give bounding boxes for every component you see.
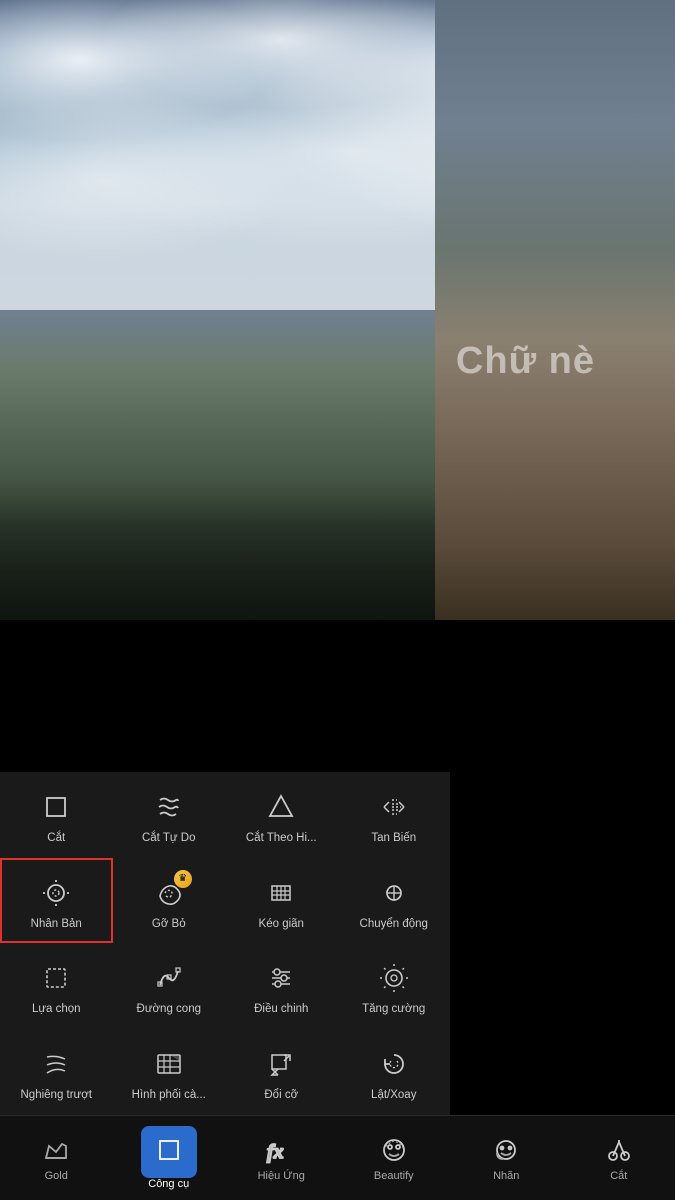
clone-icon — [37, 874, 75, 912]
nav-hieu-ung-label: Hiệu Ứng — [258, 1170, 305, 1182]
nav-gold[interactable]: Gold — [0, 1116, 113, 1200]
tool-lat-xoay[interactable]: Lật/Xoay — [338, 1029, 451, 1115]
resize-icon — [262, 1045, 300, 1083]
sticker-icon — [490, 1134, 522, 1166]
tool-duong-cong-label: Đường cong — [137, 1003, 201, 1017]
tool-doi-co[interactable]: Đổi cỡ — [225, 1029, 338, 1115]
tool-cat-theo-hinh[interactable]: Cắt Theo Hi... — [225, 772, 338, 858]
stretch-icon — [262, 874, 300, 912]
nav-cat-label: Cắt — [610, 1170, 627, 1182]
crop-icon — [37, 788, 75, 826]
tool-nghieng-truot-label: Nghiêng trượt — [21, 1089, 93, 1103]
tool-hinh-phoi-ca[interactable]: Hình phối cà... — [113, 1029, 226, 1115]
nav-cat[interactable]: Cắt — [563, 1116, 675, 1200]
tool-tang-cuong-label: Tăng cường — [362, 1003, 425, 1017]
cut-icon — [603, 1134, 635, 1166]
nav-beautify[interactable]: Beautify — [338, 1116, 451, 1200]
svg-text:fx: fx — [267, 1141, 284, 1163]
motion-icon — [375, 874, 413, 912]
tools-grid: Cắt Cắt Tự Do Cắt Theo Hi... — [0, 772, 450, 1115]
tool-doi-co-label: Đổi cỡ — [264, 1089, 298, 1103]
crop-nav-icon — [153, 1134, 185, 1166]
tool-cat[interactable]: Cắt — [0, 772, 113, 858]
tool-go-bo[interactable]: ♛ Gỡ Bỏ — [113, 858, 226, 944]
nav-nhan-label: Nhãn — [493, 1170, 519, 1182]
tool-keo-gian[interactable]: Kéo giãn — [225, 858, 338, 944]
nav-gold-label: Gold — [45, 1170, 68, 1182]
tool-tang-cuong[interactable]: Tăng cường — [338, 943, 451, 1029]
nav-nhan[interactable]: Nhãn — [450, 1116, 563, 1200]
photo-right — [435, 0, 675, 620]
nav-cong-cu-label: Công cụ — [148, 1178, 189, 1190]
tool-tan-bien[interactable]: Tan Biến — [338, 772, 451, 858]
tool-go-bo-label: Gỡ Bỏ — [152, 918, 186, 932]
blend-icon — [150, 1045, 188, 1083]
tool-dieu-chinh[interactable]: Điều chinh — [225, 943, 338, 1029]
crown-icon — [40, 1134, 72, 1166]
gold-badge: ♛ — [174, 870, 192, 888]
fx-icon: fx — [265, 1134, 297, 1166]
tool-nhan-ban-label: Nhân Bản — [31, 918, 82, 932]
nav-hieu-ung[interactable]: fx Hiệu Ứng — [225, 1116, 338, 1200]
tool-nghieng-truot[interactable]: Nghiêng trượt — [0, 1029, 113, 1115]
rotate-icon — [375, 1045, 413, 1083]
tool-cat-tu-do-label: Cắt Tự Do — [142, 832, 196, 846]
tool-lua-chon-label: Lựa chọn — [32, 1003, 81, 1017]
tool-dieu-chinh-label: Điều chinh — [254, 1003, 308, 1017]
enhance-icon — [375, 959, 413, 997]
freecut-icon — [150, 788, 188, 826]
photo-canvas: Chữ nè — [0, 0, 675, 620]
tool-cat-tu-do[interactable]: Cắt Tự Do — [113, 772, 226, 858]
tool-nhan-ban[interactable]: Nhân Bản — [0, 858, 113, 944]
nav-cong-cu-bg — [141, 1126, 197, 1178]
shapecut-icon — [262, 788, 300, 826]
tool-cat-theo-hinh-label: Cắt Theo Hi... — [246, 832, 317, 846]
tools-panel: Cắt Cắt Tự Do Cắt Theo Hi... — [0, 772, 450, 1115]
tool-duong-cong[interactable]: Đường cong — [113, 943, 226, 1029]
bottom-nav: Gold Công cụ fx Hiệu Ứng — [0, 1115, 675, 1200]
tool-chuyen-dong-label: Chuyển động — [360, 918, 428, 932]
dissolve-icon — [375, 788, 413, 826]
tool-lat-xoay-label: Lật/Xoay — [371, 1089, 416, 1103]
tool-cat-label: Cắt — [47, 832, 65, 846]
select-icon — [37, 959, 75, 997]
face-icon — [378, 1134, 410, 1166]
adjust-icon — [262, 959, 300, 997]
nav-cong-cu[interactable]: Công cụ — [113, 1116, 226, 1200]
remove-icon: ♛ — [150, 874, 188, 912]
tool-chuyen-dong[interactable]: Chuyển động — [338, 858, 451, 944]
tool-tan-bien-label: Tan Biến — [371, 832, 416, 846]
tool-hinh-phoi-ca-label: Hình phối cà... — [132, 1089, 206, 1103]
tilt-icon — [37, 1045, 75, 1083]
nav-beautify-label: Beautify — [374, 1170, 414, 1182]
curve-icon — [150, 959, 188, 997]
tool-lua-chon[interactable]: Lựa chọn — [0, 943, 113, 1029]
tool-keo-gian-label: Kéo giãn — [259, 918, 304, 932]
